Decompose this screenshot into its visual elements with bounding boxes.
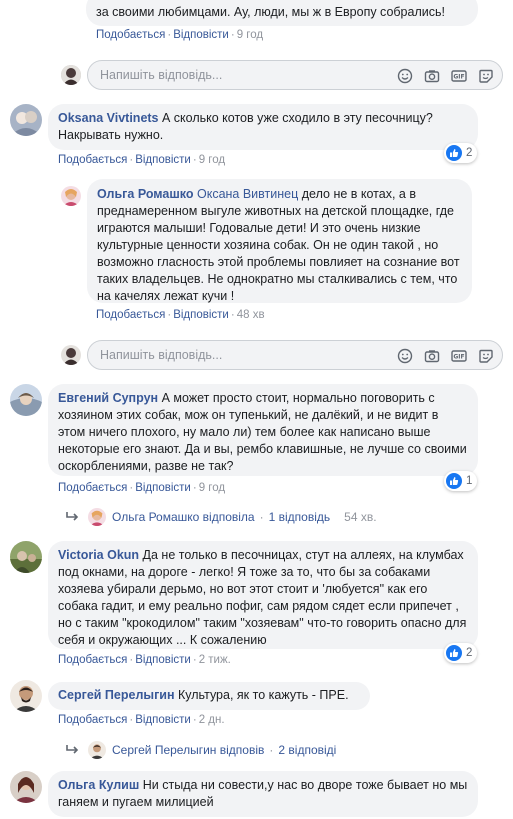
reply-arrow-icon: [66, 512, 79, 521]
like-link[interactable]: Подобається: [58, 482, 127, 494]
avatar-olga-kulish[interactable]: [10, 771, 42, 803]
comment-bubble-victoria: Victoria Okun Да не только в песочницах,…: [48, 541, 478, 649]
comment-author[interactable]: Сергей Перелыгин: [58, 688, 175, 702]
avatar-olga-romashko[interactable]: [61, 186, 81, 206]
comment-author[interactable]: Oksana Vivtinets: [58, 111, 159, 125]
reply-bubble-olga: Ольга Ромашко Оксана Вивтинец дело не в …: [87, 179, 472, 303]
reply-link[interactable]: Відповісти: [173, 29, 229, 41]
comment-bubble-olga-kulish: Ольга Кулиш Ни стыда ни совести,у нас во…: [48, 771, 478, 817]
emoji-icon[interactable]: [396, 347, 413, 364]
sticker-icon[interactable]: [477, 67, 494, 84]
replies-count[interactable]: 2 відповіді: [278, 743, 336, 757]
like-link[interactable]: Подобається: [58, 654, 127, 666]
avatar-current-user: [61, 345, 81, 365]
avatar-sergey-perelygin[interactable]: [10, 680, 42, 712]
reaction-count[interactable]: 2: [444, 143, 478, 163]
reply-link[interactable]: Відповісти: [135, 654, 191, 666]
like-link[interactable]: Подобається: [58, 154, 127, 166]
svg-text:GIF: GIF: [453, 353, 464, 360]
timestamp[interactable]: 9 год: [199, 482, 225, 494]
reply-input-1[interactable]: Напишіть відповідь... GIF: [87, 60, 503, 90]
replies-who: Ольга Ромашко відповіла: [112, 510, 255, 524]
avatar-sergey-perelygin: [88, 741, 106, 759]
reply-link[interactable]: Відповісти: [135, 154, 191, 166]
comment-author[interactable]: Евгений Супрун: [58, 391, 158, 405]
sticker-icon[interactable]: [477, 347, 494, 364]
timestamp[interactable]: 48 хв: [237, 309, 265, 321]
reply-link[interactable]: Відповісти: [173, 309, 229, 321]
reply-link[interactable]: Відповісти: [135, 714, 191, 726]
like-link[interactable]: Подобається: [96, 29, 165, 41]
comment-author[interactable]: Ольга Ромашко: [97, 187, 194, 201]
like-icon: [446, 145, 462, 161]
mention-link[interactable]: Оксана Вивтинец: [197, 187, 298, 201]
reply-arrow-icon: [66, 745, 79, 754]
reaction-count[interactable]: 1: [444, 471, 478, 491]
reply-placeholder: Напишіть відповідь...: [100, 348, 223, 362]
reaction-number: 1: [466, 475, 473, 487]
like-link[interactable]: Подобається: [58, 714, 127, 726]
reaction-number: 2: [466, 647, 473, 659]
like-icon: [446, 473, 462, 489]
view-replies-evgeniy[interactable]: Ольга Ромашко відповіла · 1 відповідь 54…: [66, 508, 377, 526]
reaction-number: 2: [466, 147, 473, 159]
comment-text: дело не в котах, а в преднамеренном выгу…: [97, 187, 460, 303]
comment-author[interactable]: Victoria Okun: [58, 548, 139, 562]
avatar-victoria-okun[interactable]: [10, 541, 42, 573]
reaction-count[interactable]: 2: [444, 643, 478, 663]
gif-icon[interactable]: GIF: [450, 67, 467, 84]
reply-meta-olga: Подобається · Відповісти · 48 хв: [96, 309, 265, 321]
camera-icon[interactable]: [423, 67, 440, 84]
avatar-evgeniy-suprun[interactable]: [10, 384, 42, 416]
emoji-icon[interactable]: [396, 67, 413, 84]
replies-time: 54 хв.: [344, 510, 377, 524]
comment-text: Культура, як то кажуть - ПРЕ.: [178, 688, 349, 702]
timestamp[interactable]: 2 дн.: [199, 714, 225, 726]
like-link[interactable]: Подобається: [96, 309, 165, 321]
comment-meta-sergey: Подобається · Відповісти · 2 дн.: [58, 714, 225, 726]
comment-bubble-oksana: Oksana Vivtinets А сколько котов уже схо…: [48, 104, 478, 150]
reply-link[interactable]: Відповісти: [135, 482, 191, 494]
avatar-current-user: [61, 65, 81, 85]
comment-bubble-sergey: Сергей Перелыгин Культура, як то кажуть …: [48, 682, 370, 710]
comment-text: Да не только в песочницах, стут на аллея…: [58, 548, 467, 647]
reply-placeholder: Напишіть відповідь...: [100, 68, 223, 82]
avatar-olga-romashko: [88, 508, 106, 526]
view-replies-sergey[interactable]: Сергей Перелыгин відповів · 2 відповіді: [66, 741, 336, 759]
timestamp[interactable]: 9 год: [199, 154, 225, 166]
avatar-oksana-vivtinets[interactable]: [10, 104, 42, 136]
comment-bubble-top: за своими любимцами. Ау, люди, мы ж в Ев…: [86, 0, 478, 26]
camera-icon[interactable]: [423, 347, 440, 364]
comment-author[interactable]: Ольга Кулиш: [58, 778, 139, 792]
comment-meta-evgeniy: Подобається · Відповісти · 9 год: [58, 482, 226, 494]
reply-input-2[interactable]: Напишіть відповідь... GIF: [87, 340, 503, 370]
comment-meta-top: Подобається · Відповісти · 9 год: [96, 29, 264, 41]
gif-icon[interactable]: GIF: [450, 347, 467, 364]
like-icon: [446, 645, 462, 661]
comment-meta-oksana: Подобається · Відповісти · 9 год: [58, 154, 226, 166]
comment-bubble-evgeniy: Евгений Супрун А может просто стоит, нор…: [48, 384, 478, 476]
replies-who: Сергей Перелыгин відповів: [112, 743, 265, 757]
svg-text:GIF: GIF: [453, 73, 464, 80]
replies-count[interactable]: 1 відповідь: [269, 510, 331, 524]
timestamp[interactable]: 9 год: [237, 29, 263, 41]
comment-text: за своими любимцами. Ау, люди, мы ж в Ев…: [96, 5, 445, 19]
timestamp[interactable]: 2 тиж.: [199, 654, 231, 666]
comment-meta-victoria: Подобається · Відповісти · 2 тиж.: [58, 654, 231, 666]
